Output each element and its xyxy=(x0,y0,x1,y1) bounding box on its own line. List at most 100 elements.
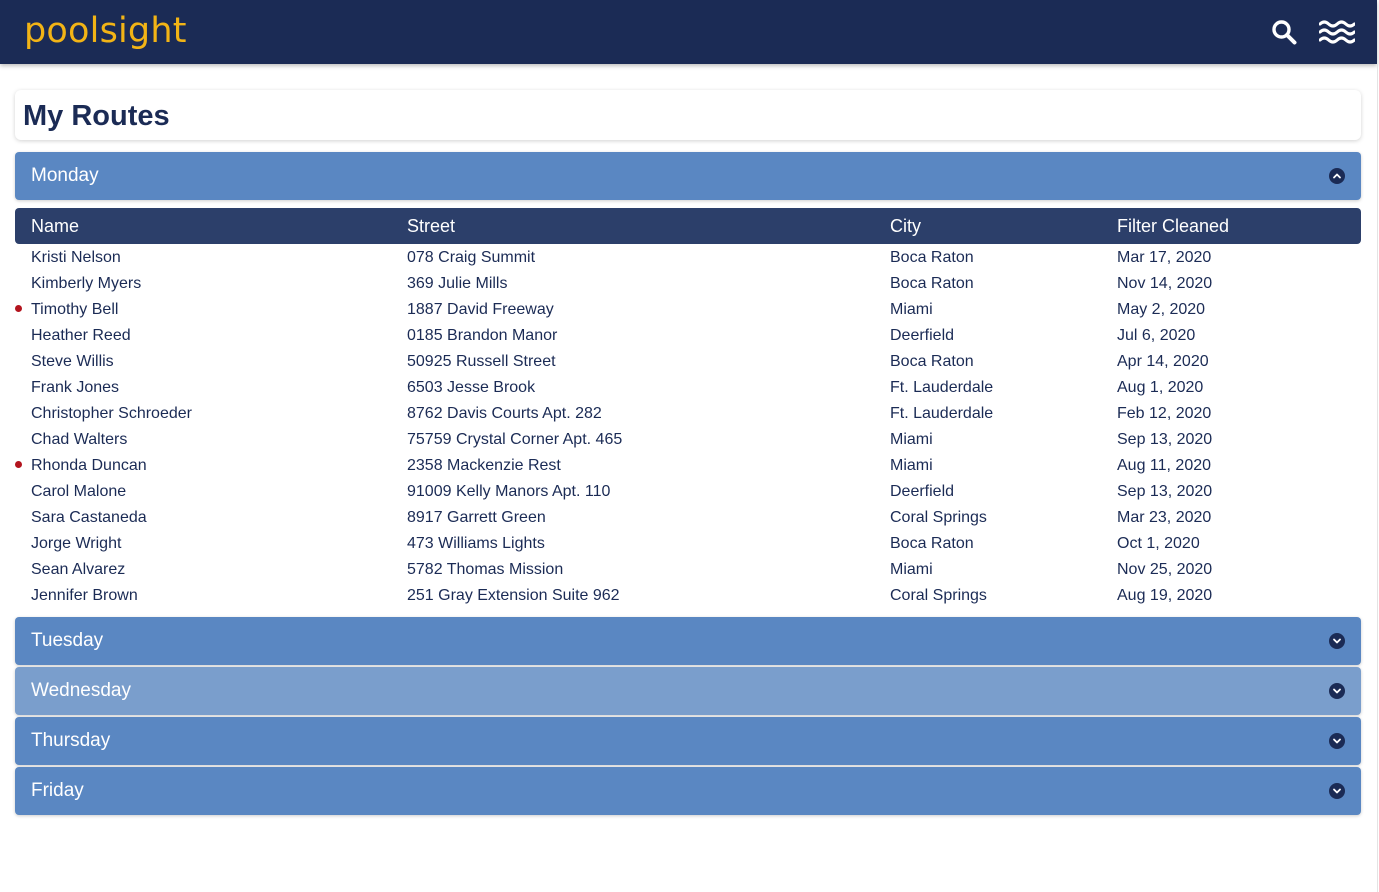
customer-name: Sean Alvarez xyxy=(31,561,126,578)
customer-name: Kristi Nelson xyxy=(31,249,121,266)
street-address: 5782 Thomas Mission xyxy=(407,561,564,578)
street-address: 078 Craig Summit xyxy=(407,249,536,266)
city: Coral Springs xyxy=(890,509,987,526)
table-row[interactable]: Rhonda Duncan 2358 Mackenzie Rest Miami Aug… xyxy=(15,453,1361,479)
page-title-card: My Routes xyxy=(15,90,1361,140)
table-row[interactable]: Timothy Bell 1887 David Freeway Miami May 2… xyxy=(15,297,1361,323)
city: Boca Raton xyxy=(890,275,974,292)
day-panel-friday[interactable]: Friday xyxy=(15,767,1361,815)
page-edge-divider xyxy=(1377,64,1378,892)
street-address: 6503 Jesse Brook xyxy=(407,379,536,396)
filter-cleaned-date: Nov 14, 2020 xyxy=(1117,275,1213,292)
chevron-down-icon[interactable] xyxy=(1329,683,1345,699)
filter-cleaned-date: Aug 1, 2020 xyxy=(1117,379,1204,396)
table-row[interactable]: Carol Malone 91009 Kelly Manors Apt. 110 D… xyxy=(15,479,1361,505)
customer-name: Kimberly Myers xyxy=(31,275,142,292)
table-row[interactable]: Christopher Schroeder 8762 Davis Courts A… xyxy=(15,401,1361,427)
city: Deerfield xyxy=(890,483,955,500)
customer-name: Steve Willis xyxy=(31,353,114,370)
filter-cleaned-date: Oct 1, 2020 xyxy=(1117,535,1200,552)
customer-name: Sara Castaneda xyxy=(31,509,147,526)
filter-cleaned-date: Nov 25, 2020 xyxy=(1117,561,1213,578)
day-label: Friday xyxy=(31,780,84,801)
customer-name: Jorge Wright xyxy=(31,535,122,552)
filter-cleaned-date: Feb 12, 2020 xyxy=(1117,405,1212,422)
day-panel-wednesday[interactable]: Wednesday xyxy=(15,667,1361,715)
column-header-street[interactable]: Street xyxy=(407,216,890,237)
day-label: Wednesday xyxy=(31,680,131,701)
city: Miami xyxy=(890,301,933,318)
table-row[interactable]: Heather Reed 0185 Brandon Manor Deerfield J… xyxy=(15,323,1361,349)
chevron-down-icon[interactable] xyxy=(1329,733,1345,749)
table-row[interactable]: Kristi Nelson 078 Craig Summit Boca Raton M… xyxy=(15,245,1361,271)
monday-route-table: Name Street City Filter Cleaned Kristi N… xyxy=(15,208,1361,609)
day-panel-monday[interactable]: Monday xyxy=(15,152,1361,200)
table-row[interactable]: Sara Castaneda 8917 Garrett Green Coral Sp… xyxy=(15,505,1361,531)
street-address: 8762 Davis Courts Apt. 282 xyxy=(407,405,602,422)
filter-cleaned-date: Aug 11, 2020 xyxy=(1117,457,1212,474)
table-row[interactable]: Kimberly Myers 369 Julie Mills Boca Raton N… xyxy=(15,271,1361,297)
filter-cleaned-date: Sep 13, 2020 xyxy=(1117,431,1213,448)
city: Deerfield xyxy=(890,327,955,344)
day-panel-thursday[interactable]: Thursday xyxy=(15,717,1361,765)
customer-name: Jennifer Brown xyxy=(31,587,138,604)
city: Miami xyxy=(890,431,933,448)
street-address: 251 Gray Extension Suite 962 xyxy=(407,587,620,604)
city: Boca Raton xyxy=(890,353,974,370)
alert-dot-icon xyxy=(15,461,22,468)
filter-cleaned-date: Mar 23, 2020 xyxy=(1117,509,1212,526)
filter-cleaned-date: Sep 13, 2020 xyxy=(1117,483,1213,500)
street-address: 8917 Garrett Green xyxy=(407,509,546,526)
city: Ft. Lauderdale xyxy=(890,379,994,396)
chevron-down-icon[interactable] xyxy=(1329,633,1345,649)
day-label: Tuesday xyxy=(31,630,104,651)
waves-menu-icon[interactable] xyxy=(1319,19,1355,45)
city: Miami xyxy=(890,457,933,474)
city: Boca Raton xyxy=(890,535,974,552)
street-address: 369 Julie Mills xyxy=(407,275,508,292)
filter-cleaned-date: Mar 17, 2020 xyxy=(1117,249,1212,266)
chevron-up-icon[interactable] xyxy=(1329,168,1345,184)
customer-name: Christopher Schroeder xyxy=(31,405,192,422)
customer-name: Timothy Bell xyxy=(31,301,119,318)
main-content: My Routes Monday Name Street City Filter… xyxy=(15,90,1361,815)
city: Boca Raton xyxy=(890,249,974,266)
street-address: 473 Williams Lights xyxy=(407,535,545,552)
table-header: Name Street City Filter Cleaned xyxy=(15,208,1361,244)
table-row[interactable]: Chad Walters 75759 Crystal Corner Apt. 46… xyxy=(15,427,1361,453)
search-icon[interactable] xyxy=(1271,19,1297,45)
street-address: 75759 Crystal Corner Apt. 465 xyxy=(407,431,623,448)
table-row[interactable]: Sean Alvarez 5782 Thomas Mission Miami Nov … xyxy=(15,557,1361,583)
street-address: 50925 Russell Street xyxy=(407,353,556,370)
filter-cleaned-date: Apr 14, 2020 xyxy=(1117,353,1209,370)
logo[interactable]: poolsight xyxy=(24,11,187,51)
filter-cleaned-date: Aug 19, 2020 xyxy=(1117,587,1213,604)
table-row[interactable]: Frank Jones 6503 Jesse Brook Ft. Lauderdal… xyxy=(15,375,1361,401)
day-panel-tuesday[interactable]: Tuesday xyxy=(15,617,1361,665)
street-address: 91009 Kelly Manors Apt. 110 xyxy=(407,483,611,500)
filter-cleaned-date: Jul 6, 2020 xyxy=(1117,327,1196,344)
street-address: 2358 Mackenzie Rest xyxy=(407,457,561,474)
day-label: Monday xyxy=(31,165,99,186)
column-header-city[interactable]: City xyxy=(890,216,1117,237)
column-header-name[interactable]: Name xyxy=(15,216,407,237)
day-label: Thursday xyxy=(31,730,111,751)
column-header-filter-cleaned[interactable]: Filter Cleaned xyxy=(1117,216,1361,237)
customer-name: Frank Jones xyxy=(31,379,120,396)
navbar: poolsight xyxy=(0,0,1377,64)
city: Miami xyxy=(890,561,933,578)
table-row[interactable]: Steve Willis 50925 Russell Street Boca Rat… xyxy=(15,349,1361,375)
street-address: 1887 David Freeway xyxy=(407,301,554,318)
table-row[interactable]: Jorge Wright 473 Williams Lights Boca Rato… xyxy=(15,531,1361,557)
customer-name: Heather Reed xyxy=(31,327,131,344)
street-address: 0185 Brandon Manor xyxy=(407,327,558,344)
customer-name: Carol Malone xyxy=(31,483,127,500)
city: Coral Springs xyxy=(890,587,987,604)
alert-dot-icon xyxy=(15,305,22,312)
filter-cleaned-date: May 2, 2020 xyxy=(1117,301,1206,318)
page-title: My Routes xyxy=(23,99,170,132)
table-body: Kristi Nelson 078 Craig Summit Boca Raton M… xyxy=(15,244,1361,609)
city: Ft. Lauderdale xyxy=(890,405,994,422)
table-row[interactable]: Jennifer Brown 251 Gray Extension Suite 9… xyxy=(15,583,1361,609)
chevron-down-icon[interactable] xyxy=(1329,783,1345,799)
